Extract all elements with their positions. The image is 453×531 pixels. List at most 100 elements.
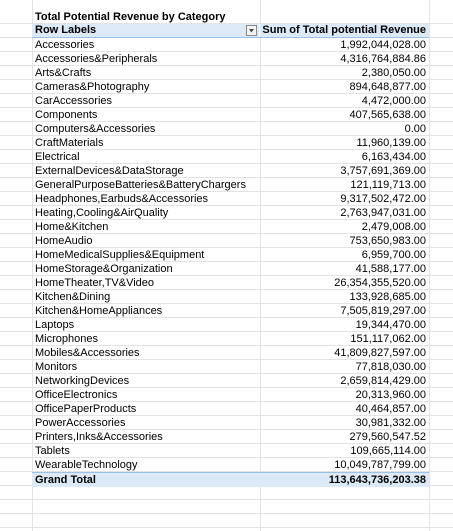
revenue-value: 41,588,177.00 (355, 263, 426, 275)
revenue-value: 0.00 (404, 123, 426, 135)
table-row[interactable]: Kitchen&Dining 133,928,685.00 (32, 290, 429, 304)
value-column-header: Sum of Total potential Revenue (259, 24, 426, 37)
category-label: Kitchen&Dining (35, 291, 111, 303)
table-row[interactable]: NetworkingDevices 2,659,814,429.00 (32, 374, 429, 388)
table-row[interactable]: CraftMaterials 11,960,139.00 (32, 136, 429, 150)
category-label: Arts&Crafts (35, 67, 92, 79)
table-row[interactable]: HomeTheater,TV&Video 26,354,355,520.00 (32, 276, 429, 290)
revenue-value: 6,959,700.00 (361, 249, 426, 261)
table-row[interactable]: Arts&Crafts 2,380,050.00 (32, 66, 429, 80)
category-label: Accessories (35, 39, 95, 51)
revenue-value: 11,960,139.00 (356, 137, 426, 149)
table-row[interactable]: Accessories&Peripherals 4,316,764,884.86 (32, 52, 429, 66)
category-label: Components (35, 109, 98, 121)
pivot-title-row[interactable]: Total Potential Revenue by Category (32, 10, 429, 24)
category-label: Cameras&Photography (35, 81, 150, 93)
revenue-value: 3,757,691,369.00 (340, 165, 426, 177)
revenue-value: 9,317,502,472.00 (340, 193, 426, 205)
revenue-value: 2,659,814,429.00 (340, 375, 426, 387)
revenue-value: 109,665,114.00 (350, 445, 426, 457)
pivot-title: Total Potential Revenue by Category (35, 11, 226, 23)
revenue-value: 894,648,877.00 (349, 81, 426, 93)
table-row[interactable]: Accessories 1,992,044,028.00 (32, 38, 429, 52)
table-row[interactable]: GeneralPurposeBatteries&BatteryChargers 1… (32, 178, 429, 192)
revenue-value: 2,380,050.00 (361, 67, 426, 79)
table-row[interactable]: HomeMedicalSupplies&Equipment 6,959,700.0… (32, 248, 429, 262)
table-row[interactable]: Tablets 109,665,114.00 (32, 444, 429, 458)
column-divider (429, 0, 430, 531)
pivot-table: Total Potential Revenue by Category Row … (32, 10, 429, 487)
pivot-header-row[interactable]: Row Labels Sum of Total potential Revenu… (32, 24, 429, 38)
category-label: Mobiles&Accessories (35, 347, 140, 359)
pivot-rows: Accessories 1,992,044,028.00 Accessories&P… (32, 38, 429, 472)
grand-total-label: Grand Total (35, 474, 96, 486)
table-row[interactable]: ExternalDevices&DataStorage 3,757,691,369… (32, 164, 429, 178)
category-label: OfficeElectronics (35, 389, 118, 401)
category-label: Laptops (35, 319, 75, 331)
table-row[interactable]: OfficeElectronics 20,313,960.00 (32, 388, 429, 402)
table-row[interactable]: Heating,Cooling&AirQuality 2,763,947,031.… (32, 206, 429, 220)
revenue-value: 151,117,062.00 (350, 333, 426, 345)
table-row[interactable]: HomeStorage&Organization 41,588,177.00 (32, 262, 429, 276)
revenue-value: 19,344,470.00 (355, 319, 426, 331)
category-label: CarAccessories (35, 95, 113, 107)
grand-total-row[interactable]: Grand Total 113,643,736,203.38 (32, 472, 429, 487)
table-row[interactable]: OfficePaperProducts 40,464,857.00 (32, 402, 429, 416)
category-label: HomeMedicalSupplies&Equipment (35, 249, 205, 261)
category-label: Computers&Accessories (35, 123, 156, 135)
category-label: Accessories&Peripherals (35, 53, 158, 65)
category-label: Microphones (35, 333, 98, 345)
category-label: Headphones,Earbuds&Accessories (35, 193, 209, 205)
table-row[interactable]: Home&Kitchen 2,479,008.00 (32, 220, 429, 234)
category-label: Home&Kitchen (35, 221, 109, 233)
revenue-value: 133,928,685.00 (349, 291, 426, 303)
table-row[interactable]: Monitors 77,818,030.00 (32, 360, 429, 374)
row-labels-header: Row Labels (35, 24, 97, 36)
category-label: Electrical (35, 151, 80, 163)
table-row[interactable]: WearableTechnology 10,049,787,799.00 (32, 458, 429, 472)
category-label: HomeAudio (35, 235, 93, 247)
table-row[interactable]: CarAccessories 4,472,000.00 (32, 94, 429, 108)
revenue-value: 41,809,827,597.00 (334, 347, 426, 359)
revenue-value: 7,505,819,297.00 (340, 305, 426, 317)
revenue-value: 1,992,044,028.00 (340, 39, 426, 51)
revenue-value: 121,119,713.00 (350, 179, 426, 191)
revenue-value: 30,981,332.00 (355, 417, 426, 429)
spreadsheet-grid: Total Potential Revenue by Category Row … (0, 0, 453, 531)
revenue-value: 20,313,960.00 (355, 389, 426, 401)
dropdown-filter-icon[interactable] (246, 25, 257, 36)
table-row[interactable]: Printers,Inks&Accessories 279,560,547.52 (32, 430, 429, 444)
revenue-value: 77,818,030.00 (355, 361, 426, 373)
revenue-value: 2,479,008.00 (361, 221, 426, 233)
revenue-value: 40,464,857.00 (355, 403, 426, 415)
table-row[interactable]: Computers&Accessories 0.00 (32, 122, 429, 136)
category-label: NetworkingDevices (35, 375, 130, 387)
revenue-value: 26,354,355,520.00 (334, 277, 426, 289)
category-label: OfficePaperProducts (35, 403, 137, 415)
chevron-down-icon (249, 29, 254, 33)
category-label: HomeStorage&Organization (35, 263, 173, 275)
table-row[interactable]: Kitchen&HomeAppliances 7,505,819,297.00 (32, 304, 429, 318)
table-row[interactable]: PowerAccessories 30,981,332.00 (32, 416, 429, 430)
revenue-value: 2,763,947,031.00 (340, 207, 426, 219)
table-row[interactable]: Microphones 151,117,062.00 (32, 332, 429, 346)
revenue-value: 4,316,764,884.86 (340, 53, 426, 65)
category-label: Monitors (35, 361, 78, 373)
category-label: Printers,Inks&Accessories (35, 431, 163, 443)
table-row[interactable]: Electrical 6,163,434.00 (32, 150, 429, 164)
category-label: ExternalDevices&DataStorage (35, 165, 184, 177)
category-label: GeneralPurposeBatteries&BatteryChargers (35, 179, 246, 191)
category-label: CraftMaterials (35, 137, 104, 149)
table-row[interactable]: Components 407,565,638.00 (32, 108, 429, 122)
revenue-value: 279,560,547.52 (349, 431, 426, 443)
category-label: Heating,Cooling&AirQuality (35, 207, 169, 219)
revenue-value: 753,650,983.00 (349, 235, 426, 247)
table-row[interactable]: Mobiles&Accessories 41,809,827,597.00 (32, 346, 429, 360)
revenue-value: 4,472,000.00 (361, 95, 426, 107)
table-row[interactable]: Laptops 19,344,470.00 (32, 318, 429, 332)
table-row[interactable]: Cameras&Photography 894,648,877.00 (32, 80, 429, 94)
category-label: Kitchen&HomeAppliances (35, 305, 163, 317)
table-row[interactable]: Headphones,Earbuds&Accessories 9,317,502,… (32, 192, 429, 206)
category-label: PowerAccessories (35, 417, 126, 429)
table-row[interactable]: HomeAudio 753,650,983.00 (32, 234, 429, 248)
